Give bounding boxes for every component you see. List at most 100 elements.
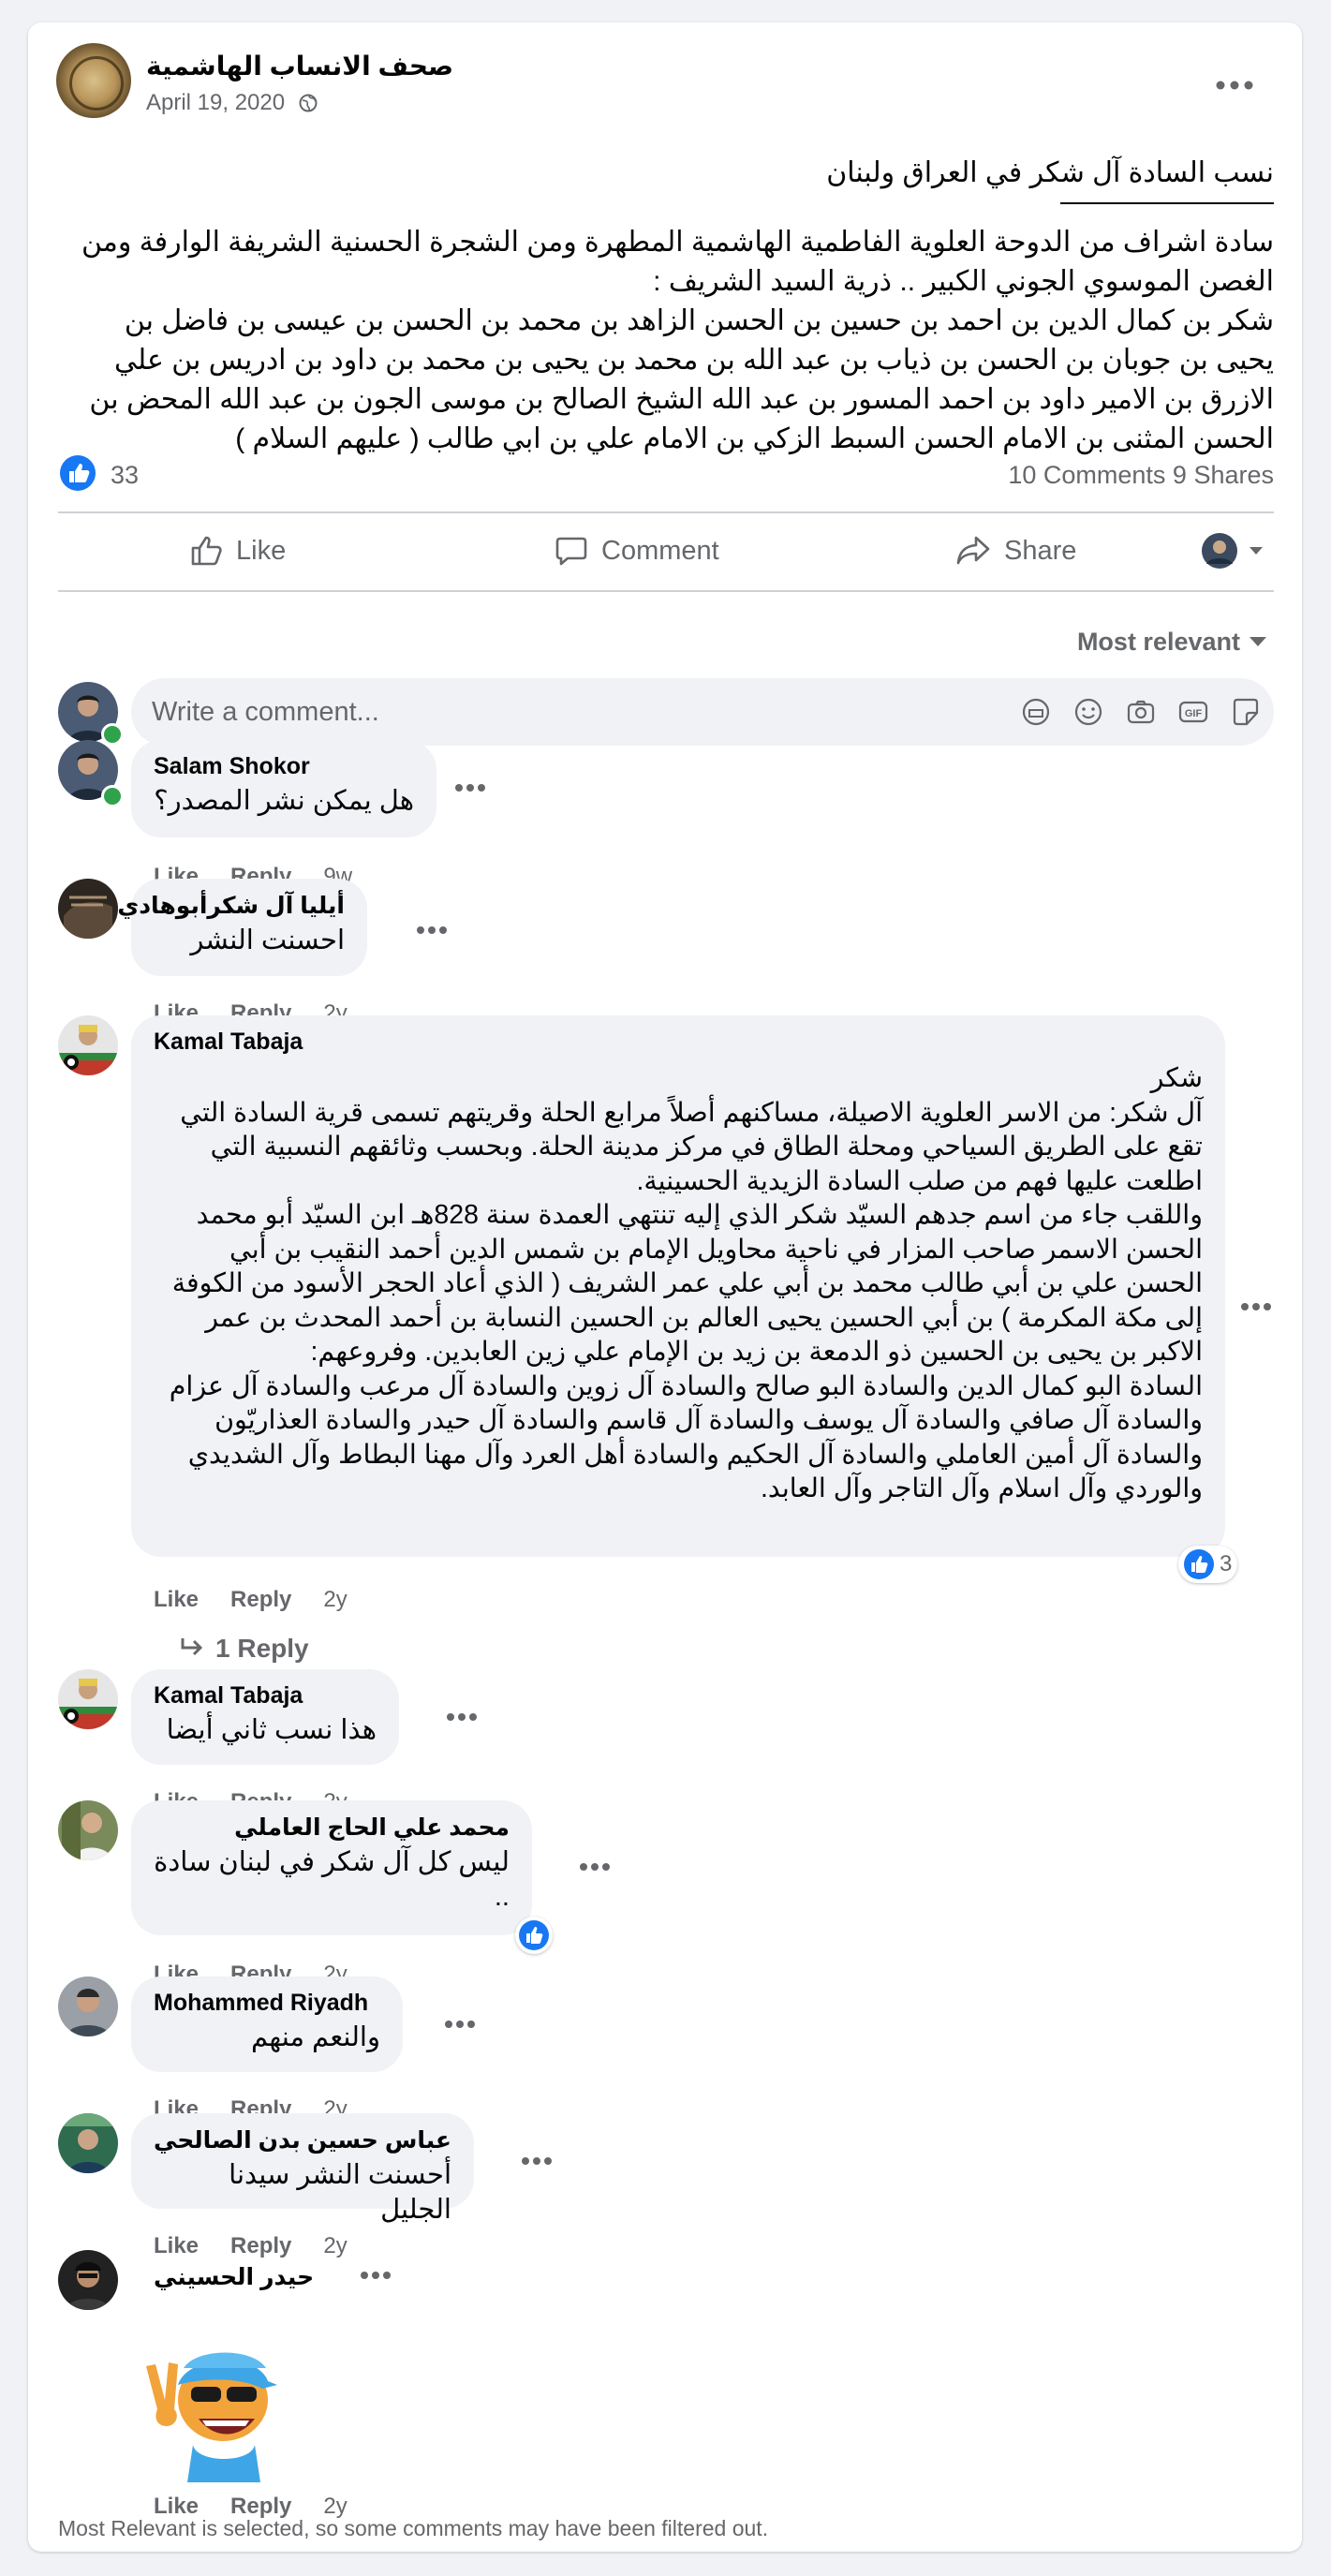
comment-reaction-pill[interactable]: 3 <box>1178 1546 1238 1583</box>
post-text: سادة اشراف من الدوحة العلوية الفاطمية ال… <box>81 227 1274 454</box>
comment-bubble: محمد علي الحاج العاملي ليس كل آل شكر في … <box>131 1800 532 1935</box>
post-title: نسب السادة آل شكر في العراق ولبنان <box>826 157 1274 188</box>
comment-reaction-pill[interactable] <box>515 1917 553 1954</box>
svg-text:GIF: GIF <box>1185 708 1203 719</box>
comment-timestamp[interactable]: 2y <box>323 2494 347 2519</box>
globe-icon <box>299 94 318 112</box>
commenter-avatar[interactable] <box>58 2113 118 2173</box>
comment-bubble: عباس حسين بدن الصالحي أحسنت النشر سيدنا … <box>131 2113 474 2225</box>
caret-down-icon <box>1250 637 1266 646</box>
share-icon <box>956 536 990 565</box>
like-label: Like <box>236 535 287 566</box>
commenter-avatar[interactable] <box>58 1669 118 1729</box>
gif-icon[interactable]: GIF <box>1176 695 1210 729</box>
comment-options-icon[interactable] <box>579 1862 611 1872</box>
comment-like-button[interactable]: Like <box>154 2494 199 2519</box>
replies-label: 1 Reply <box>215 1634 309 1663</box>
comment-icon <box>555 537 587 566</box>
thumbs-up-icon <box>191 536 222 566</box>
comment-options-icon[interactable] <box>446 1712 478 1722</box>
comment-input[interactable]: Write a comment... GIF <box>131 678 1274 746</box>
filter-note: Most Relevant is selected, so some comme… <box>58 2516 769 2540</box>
commenter-avatar[interactable] <box>58 1015 118 1075</box>
like-button[interactable]: Like <box>189 511 286 590</box>
sort-label: Most relevant <box>1076 628 1240 656</box>
camera-icon[interactable] <box>1124 695 1158 729</box>
comment-reply-button[interactable]: Reply <box>230 2233 291 2258</box>
comment-bubble: أيليا آل شكرأبوهادي احسنت النشر <box>117 879 367 976</box>
post-stats: 33 10 Comments 9 Shares <box>60 453 1274 496</box>
page-avatar[interactable] <box>56 43 131 118</box>
online-status-icon <box>101 723 124 746</box>
comment-bubble: Mohammed Riyadh والنعم منهم <box>131 1976 403 2072</box>
post-date-text[interactable]: April 19, 2020 <box>146 90 285 115</box>
comment-reply-button[interactable]: Reply <box>230 2494 291 2519</box>
comment-options-icon[interactable] <box>360 2271 392 2280</box>
commenter-name[interactable]: Kamal Tabaja <box>154 1029 1203 1056</box>
comment-text: شكر آل شكر: من الاسر العلوية الاصيلة، مس… <box>169 1063 1203 1503</box>
comment-text: احسنت النشر <box>190 925 345 955</box>
commenter-avatar[interactable] <box>58 1800 118 1860</box>
comment-timestamp[interactable]: 2y <box>323 2233 347 2258</box>
reply-arrow-icon <box>181 1638 203 1656</box>
comment-composer: Write a comment... GIF <box>58 678 1274 749</box>
commenter-name[interactable]: Salam Shokor <box>154 753 414 780</box>
avatar-sticker-icon[interactable] <box>1019 695 1053 729</box>
comment-options-icon[interactable] <box>444 2020 476 2029</box>
commenter-name[interactable]: عباس حسين بدن الصالحي <box>154 2126 451 2154</box>
comments-shares-count[interactable]: 10 Comments 9 Shares <box>1008 461 1274 490</box>
action-bar: Like Comment Share <box>58 511 1274 590</box>
comment-timestamp[interactable]: 2y <box>323 1587 347 1612</box>
post-body: نسب السادة آل شكر في العراق ولبنان سادة … <box>64 154 1274 459</box>
commenter-name[interactable]: أيليا آل شكرأبوهادي <box>117 892 345 920</box>
more-options-icon[interactable] <box>1216 81 1253 90</box>
commenter-name[interactable]: Kamal Tabaja <box>154 1682 377 1710</box>
comment-text: والنعم منهم <box>251 2022 380 2052</box>
comment-label: Comment <box>601 535 719 566</box>
post-title-rule <box>1060 202 1274 204</box>
comment-button[interactable]: Comment <box>555 511 719 590</box>
comment-actions: Like Reply 2y <box>154 1587 379 1613</box>
comment-bubble: Kamal Tabaja شكر آل شكر: من الاسر العلوي… <box>131 1015 1225 1557</box>
view-replies-button[interactable]: 1 Reply <box>180 1634 309 1664</box>
comment-bubble: Salam Shokor هل يمكن نشر المصدر؟ <box>131 740 436 837</box>
commenter-name[interactable]: حيدر الحسيني <box>154 2263 314 2291</box>
comment-text: أحسنت النشر سيدنا الجليل <box>229 2160 451 2225</box>
comment-options-icon[interactable] <box>1240 1302 1272 1311</box>
commenter-avatar[interactable] <box>58 2250 118 2310</box>
comment-reply-button[interactable]: Reply <box>230 1587 291 1612</box>
comment-actions: Like Reply 2y <box>154 2233 379 2259</box>
comment-options-icon[interactable] <box>521 2156 553 2166</box>
like-reaction-icon <box>519 1920 549 1950</box>
commenter-name[interactable]: محمد علي الحاج العاملي <box>154 1814 510 1842</box>
like-reaction-icon <box>1184 1549 1214 1579</box>
comment-options-icon[interactable] <box>454 783 486 792</box>
commenter-avatar[interactable] <box>58 879 118 939</box>
divider-bottom <box>58 590 1274 592</box>
commenter-name[interactable]: Mohammed Riyadh <box>154 1990 380 2017</box>
reaction-count: 3 <box>1220 1551 1233 1577</box>
share-label: Share <box>1004 535 1077 566</box>
like-count[interactable]: 33 <box>111 461 139 490</box>
react-as-selector[interactable] <box>1201 532 1268 570</box>
comment-options-icon[interactable] <box>416 925 448 935</box>
post-header: صحف الانساب الهاشمية April 19, 2020 <box>56 43 1274 122</box>
share-button[interactable]: Share <box>955 511 1076 590</box>
peace-sign-sticker <box>146 2352 277 2482</box>
comment-text: هل يمكن نشر المصدر؟ <box>154 786 414 816</box>
sticker-icon[interactable] <box>1229 695 1263 729</box>
post-card: صحف الانساب الهاشمية April 19, 2020 نسب … <box>28 22 1302 2552</box>
comment-sort-dropdown[interactable]: Most relevant <box>1077 628 1266 657</box>
composer-icons: GIF <box>1019 695 1263 729</box>
comment-text: ليس كل آل شكر في لبنان سادة .. <box>154 1847 510 1912</box>
commenter-avatar[interactable] <box>58 1976 118 2036</box>
emoji-icon[interactable] <box>1072 695 1105 729</box>
comment-like-button[interactable]: Like <box>154 1587 199 1612</box>
post-date[interactable]: April 19, 2020 <box>146 90 318 116</box>
comment-input-placeholder: Write a comment... <box>152 697 379 727</box>
like-reaction-icon[interactable] <box>60 455 96 491</box>
page-name[interactable]: صحف الانساب الهاشمية <box>146 51 453 81</box>
comment-like-button[interactable]: Like <box>154 2233 199 2258</box>
comment-bubble: Kamal Tabaja هذا نسب ثاني أيضا <box>131 1669 399 1765</box>
comment-text: هذا نسب ثاني أيضا <box>166 1715 377 1745</box>
